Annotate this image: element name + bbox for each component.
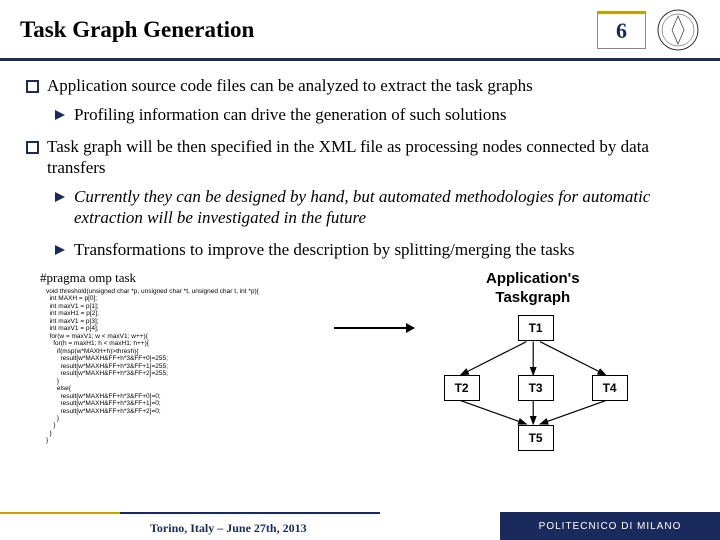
bullet-sub-2: Currently they can be designed by hand, …	[54, 186, 694, 229]
graph-node-t1: T1	[518, 315, 554, 341]
task-graph-figure: Application's Taskgraph T1 T2 T3 T4 T5	[386, 270, 680, 448]
footer-institution: POLITECNICO DI MILANO	[500, 512, 720, 540]
arrow-icon	[334, 327, 414, 329]
bullet-text: Profiling information can drive the gene…	[74, 104, 506, 125]
bullet-sub-1: Profiling information can drive the gene…	[54, 104, 694, 125]
page-number: 6	[616, 18, 627, 43]
bullet-text: Application source code files can be ana…	[47, 75, 533, 96]
graph-node-t2: T2	[444, 375, 480, 401]
square-bullet-icon	[26, 141, 39, 154]
graph-node-t4: T4	[592, 375, 628, 401]
bullet-sub-3: Transformations to improve the descripti…	[54, 239, 694, 260]
graph-title: Application's Taskgraph	[386, 270, 680, 308]
triangle-bullet-icon	[54, 109, 66, 125]
square-bullet-icon	[26, 80, 39, 93]
code-snippet: #pragma omp task void threshold(unsigned…	[40, 270, 386, 448]
bullet-main-2: Task graph will be then specified in the…	[26, 136, 694, 179]
bullet-text: Transformations to improve the descripti…	[74, 239, 575, 260]
slide-title: Task Graph Generation	[20, 17, 597, 43]
footer-divider	[0, 512, 380, 514]
triangle-bullet-icon	[54, 191, 66, 229]
bullet-text: Currently they can be designed by hand, …	[74, 186, 694, 229]
slide-footer: Torino, Italy – June 27th, 2013 POLITECN…	[0, 512, 720, 540]
page-number-box: 6	[597, 11, 646, 49]
graph-node-t3: T3	[518, 375, 554, 401]
footer-venue: Torino, Italy – June 27th, 2013	[150, 521, 307, 536]
bullet-main-1: Application source code files can be ana…	[26, 75, 694, 96]
graph-node-t5: T5	[518, 425, 554, 451]
pragma-line: #pragma omp task	[40, 270, 386, 286]
triangle-bullet-icon	[54, 244, 66, 260]
code-body: void threshold(unsigned char *p, unsigne…	[40, 288, 386, 445]
university-seal-icon	[656, 8, 700, 52]
bullet-text: Task graph will be then specified in the…	[47, 136, 694, 179]
